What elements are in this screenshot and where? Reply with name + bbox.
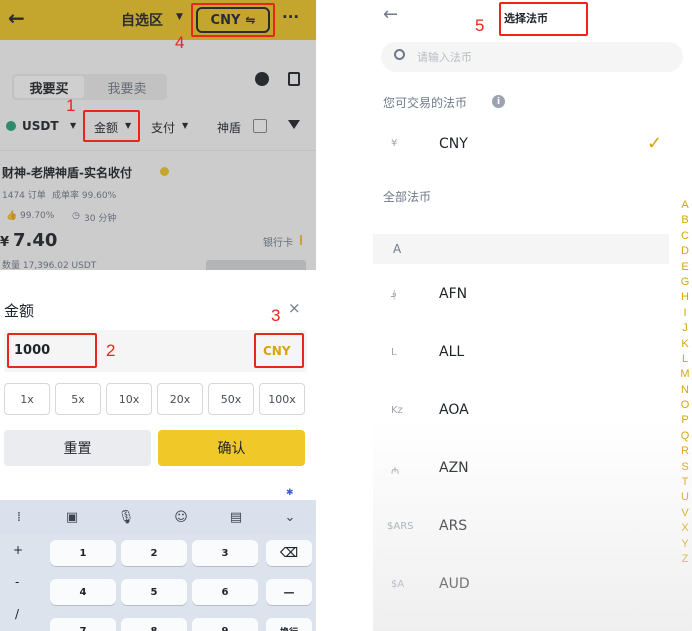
annotation-box-3 xyxy=(254,333,304,368)
keyboard-app-icon[interactable]: ⁞ xyxy=(10,508,28,526)
key-9[interactable]: 9 xyxy=(192,618,258,631)
currency-item-ars[interactable]: ARS xyxy=(439,518,467,534)
group-header xyxy=(373,234,669,264)
currency-symbol: Kz xyxy=(391,405,403,416)
info-icon[interactable]: i xyxy=(492,95,505,108)
smiley-icon[interactable]: ☺ xyxy=(172,508,190,526)
key-7[interactable]: 7 xyxy=(50,618,116,631)
index-letter-b[interactable]: B xyxy=(678,213,692,228)
currency-item-all[interactable]: ALL xyxy=(439,344,464,360)
keyboard-emoji-icon[interactable]: ▣ xyxy=(63,508,81,526)
currency-item-aud[interactable]: AUD xyxy=(439,576,470,592)
key-newline[interactable]: 换行 xyxy=(266,618,312,631)
annotation-number-5: 5 xyxy=(475,16,485,35)
index-letter-j[interactable]: J xyxy=(678,321,692,336)
index-letter-o[interactable]: O xyxy=(678,398,692,413)
index-letter-z[interactable]: Z xyxy=(678,552,692,567)
multiplier-5x-button[interactable]: 5x xyxy=(55,383,101,415)
search-icon xyxy=(394,49,405,60)
annotation-number-4: 4 xyxy=(175,33,185,52)
currency-item-cny[interactable]: CNY xyxy=(439,136,468,152)
bottom-fade xyxy=(373,420,692,631)
annotation-number-1: 1 xyxy=(66,96,76,115)
key-plus[interactable]: + xyxy=(13,543,23,557)
index-letter-h[interactable]: H xyxy=(678,290,692,305)
annotation-number-3: 3 xyxy=(271,306,281,325)
index-letter-s[interactable]: S xyxy=(678,460,692,475)
index-letter-a[interactable]: A xyxy=(678,198,692,213)
annotation-number-2: 2 xyxy=(106,341,116,360)
confirm-button[interactable]: 确认 xyxy=(158,430,305,466)
index-letter-e[interactable]: E xyxy=(678,260,692,275)
select-fiat-panel: ← 选择法币 5 请输入法币 您可交易的法币 i ¥ CNY ✓ 全部法币 A … xyxy=(373,0,692,631)
index-letter-q[interactable]: Q xyxy=(678,429,692,444)
annotation-box-2 xyxy=(7,333,97,368)
clipboard-icon[interactable]: ▤ xyxy=(227,508,245,526)
modal-overlay xyxy=(0,0,316,270)
key-backspace[interactable]: ⌫ xyxy=(266,540,312,566)
tradable-section-label: 您可交易的法币 xyxy=(383,96,468,110)
key-3[interactable]: 3 xyxy=(192,540,258,566)
currency-symbol: $ARS xyxy=(387,521,414,532)
key-1[interactable]: 1 xyxy=(50,540,116,566)
alphabet-index[interactable]: ABCDEGHIJKLMNOPQRSTUVXYZ xyxy=(678,198,692,567)
index-letter-u[interactable]: U xyxy=(678,490,692,505)
currency-item-afn[interactable]: AFN xyxy=(439,286,467,302)
keyboard-logo-icon: ✱ xyxy=(286,488,294,498)
sheet-title: 金额 xyxy=(4,302,35,320)
index-letter-r[interactable]: R xyxy=(678,444,692,459)
back-arrow-icon[interactable]: ← xyxy=(383,4,398,25)
key-space[interactable]: — xyxy=(266,579,312,605)
currency-symbol: ₼ xyxy=(391,466,400,477)
currency-symbol: ¥ xyxy=(391,138,398,149)
index-letter-d[interactable]: D xyxy=(678,244,692,259)
index-letter-t[interactable]: T xyxy=(678,475,692,490)
p2p-listing-background: ← 自选区 ▼ CNY ⇋ ··· 我要买 我要卖 USDT ▼ 金额 ▼ 支付… xyxy=(0,0,316,270)
currency-symbol: $A xyxy=(391,579,405,590)
currency-item-azn[interactable]: AZN xyxy=(439,460,469,476)
all-fiat-section-label: 全部法币 xyxy=(383,190,432,204)
key-slash[interactable]: / xyxy=(15,607,19,621)
index-letter-g[interactable]: G xyxy=(678,275,692,290)
reset-button[interactable]: 重置 xyxy=(4,430,151,466)
keyboard-toolbar xyxy=(0,500,316,534)
checkmark-icon: ✓ xyxy=(647,133,663,154)
index-letter-c[interactable]: C xyxy=(678,229,692,244)
key-6[interactable]: 6 xyxy=(192,579,258,605)
key-4[interactable]: 4 xyxy=(50,579,116,605)
index-letter-p[interactable]: P xyxy=(678,413,692,428)
currency-symbol: ؋ xyxy=(391,289,397,300)
index-letter-y[interactable]: Y xyxy=(678,537,692,552)
key-5[interactable]: 5 xyxy=(121,579,187,605)
index-letter-x[interactable]: X xyxy=(678,521,692,536)
hide-keyboard-icon[interactable]: ⌄ xyxy=(281,508,299,526)
multiplier-50x-button[interactable]: 50x xyxy=(208,383,254,415)
search-placeholder: 请输入法币 xyxy=(417,51,472,64)
index-letter-l[interactable]: L xyxy=(678,352,692,367)
annotation-box-4 xyxy=(191,3,275,37)
index-letter-m[interactable]: M xyxy=(678,367,692,382)
currency-symbol: L xyxy=(391,347,397,358)
multiplier-100x-button[interactable]: 100x xyxy=(259,383,305,415)
key-minus[interactable]: - xyxy=(15,575,19,589)
group-letter: A xyxy=(393,242,402,256)
annotation-box-5 xyxy=(499,2,588,36)
currency-item-aoa[interactable]: AOA xyxy=(439,402,469,418)
index-letter-n[interactable]: N xyxy=(678,383,692,398)
index-letter-v[interactable]: V xyxy=(678,506,692,521)
amount-filter-panel: ← 自选区 ▼ CNY ⇋ ··· 我要买 我要卖 USDT ▼ 金额 ▼ 支付… xyxy=(0,0,316,631)
index-letter-k[interactable]: K xyxy=(678,337,692,352)
index-letter-i[interactable]: I xyxy=(678,306,692,321)
close-icon[interactable]: × xyxy=(288,299,301,317)
microphone-icon[interactable]: 🎙 xyxy=(117,508,135,526)
multiplier-1x-button[interactable]: 1x xyxy=(4,383,50,415)
multiplier-20x-button[interactable]: 20x xyxy=(157,383,203,415)
key-2[interactable]: 2 xyxy=(121,540,187,566)
key-8[interactable]: 8 xyxy=(121,618,187,631)
annotation-box-1 xyxy=(83,110,140,142)
multiplier-10x-button[interactable]: 10x xyxy=(106,383,152,415)
